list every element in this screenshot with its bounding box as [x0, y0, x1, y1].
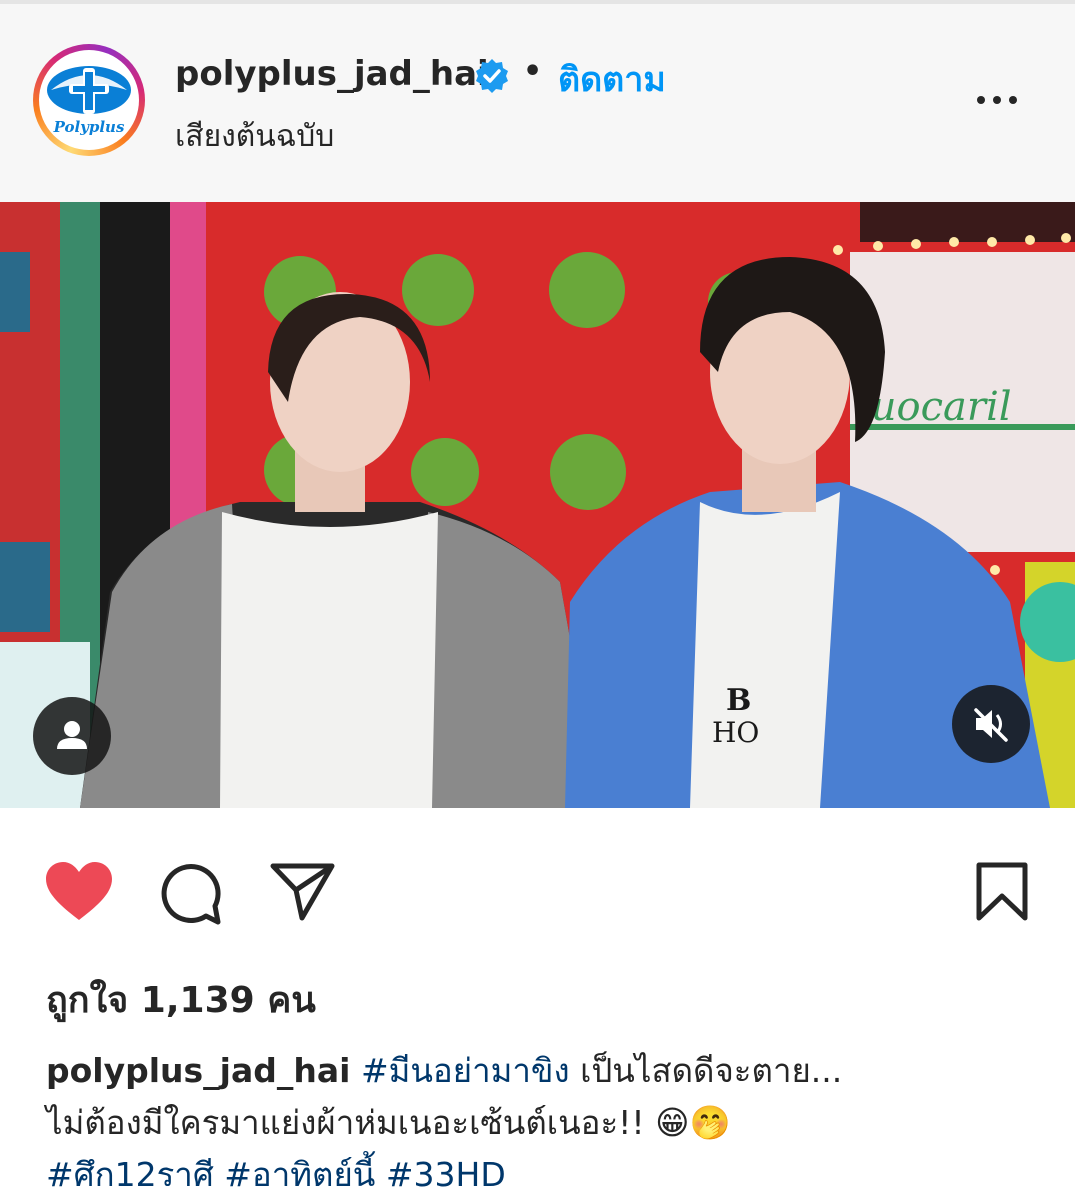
avatar-logo-text: Polyplus	[53, 118, 125, 136]
post-header	[0, 4, 1075, 202]
caption-text: เป็นไสดดีจะตาย...	[569, 1051, 843, 1090]
likes-count[interactable]: ถูกใจ 1,139 คน	[46, 971, 316, 1028]
svg-text:B: B	[726, 683, 751, 718]
tagged-people-button[interactable]	[33, 697, 111, 775]
bookmark-icon[interactable]	[976, 862, 1028, 922]
caption-line-3: #ศึก12ราศี #อาทิตย์นี้ #33HD	[46, 1149, 1046, 1201]
hashtag-link[interactable]: #33HD	[386, 1155, 506, 1194]
caption-line-1: polyplus_jad_hai #มีนอย่ามาขิง เป็นไสดดี…	[46, 1045, 1046, 1097]
caption-line-2: ไม่ต้องมีใครมาแย่งผ้าห่มเนอะเซ้นต์เนอะ!!…	[46, 1097, 1046, 1149]
video-frame: luocaril B HO	[0, 202, 1075, 808]
svg-text:HO: HO	[712, 716, 759, 749]
post-caption: polyplus_jad_hai #มีนอย่ามาขิง เป็นไสดดี…	[46, 1045, 1046, 1201]
send-icon[interactable]	[270, 862, 336, 922]
follow-button[interactable]: ติดตาม	[558, 52, 666, 106]
heart-filled-icon[interactable]	[44, 860, 114, 924]
hashtag-link[interactable]: #มีนอย่ามาขิง	[361, 1051, 570, 1090]
more-options-icon[interactable]	[972, 84, 1022, 116]
comment-icon[interactable]	[158, 860, 224, 926]
avatar-logo: Polyplus	[39, 50, 139, 150]
person-icon	[57, 721, 87, 749]
audio-label[interactable]: เสียงต้นฉบับ	[175, 113, 334, 160]
verified-badge-icon	[476, 59, 508, 93]
post-video[interactable]: luocaril B HO	[0, 202, 1075, 808]
speaker-muted-icon	[974, 708, 1008, 742]
caption-username[interactable]: polyplus_jad_hai	[46, 1051, 350, 1090]
banner-sign-text: luocaril	[858, 384, 1012, 430]
mute-toggle-button[interactable]	[952, 685, 1030, 763]
separator-dot: •	[523, 54, 543, 89]
caption-text: ไม่ต้องมีใครมาแย่งผ้าห่มเนอะเซ้นต์เนอะ!!…	[46, 1103, 731, 1142]
hashtag-link[interactable]: #ศึก12ราศี	[46, 1155, 214, 1194]
hashtag-link[interactable]: #อาทิตย์นี้	[224, 1155, 375, 1194]
post-username[interactable]: polyplus_jad_hai	[175, 54, 489, 94]
profile-avatar[interactable]: Polyplus	[33, 44, 145, 156]
